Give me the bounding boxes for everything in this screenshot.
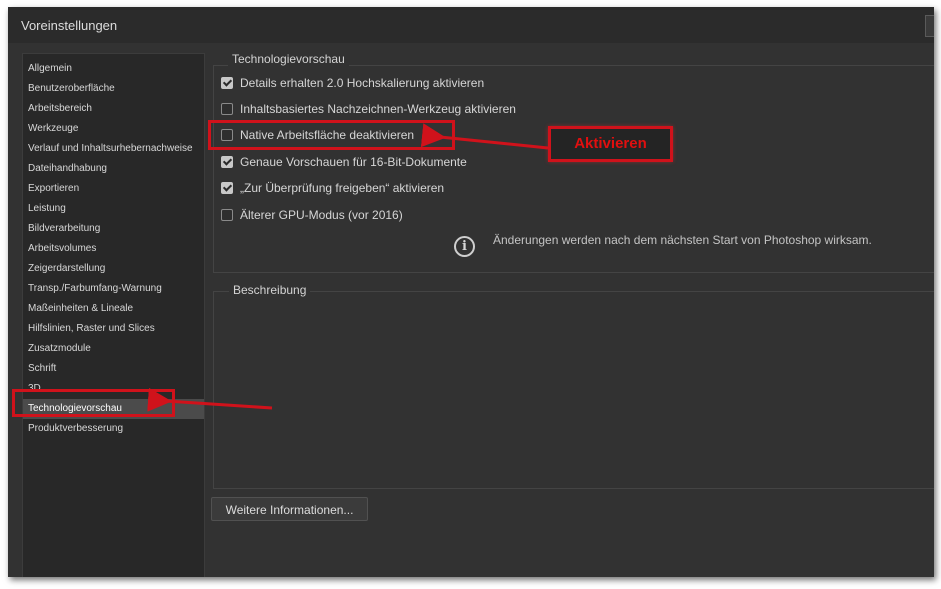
arrow-to-sidebar-item [147,387,273,412]
arrow-to-option [420,123,549,150]
annotation-arrows [147,123,549,412]
